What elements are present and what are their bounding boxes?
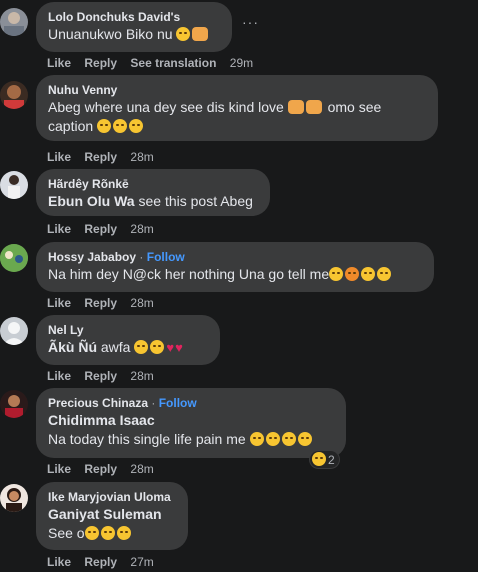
see-translation-button[interactable]: See translation	[130, 56, 216, 70]
emoji-icon	[116, 526, 131, 540]
reply-button[interactable]: Reply	[84, 369, 117, 383]
comment-actions: Like Reply 28m	[47, 149, 164, 165]
emoji-icon	[329, 267, 344, 281]
comment-author[interactable]: Nuhu Venny	[48, 82, 426, 98]
avatar[interactable]	[0, 81, 28, 109]
avatar[interactable]	[0, 171, 28, 199]
comment-bubble: Lolo Donchuks David's Unuanukwo Biko nu	[36, 2, 232, 52]
comment-bubble: Hossy Jababoy · Follow Na him dey N@ck h…	[36, 242, 434, 292]
comment-actions: Like Reply 28m	[47, 461, 164, 477]
like-button[interactable]: Like	[47, 369, 71, 383]
reply-button[interactable]: Reply	[84, 296, 117, 310]
comment-actions: Like Reply 28m	[47, 368, 164, 384]
ellipsis-icon[interactable]: ···	[242, 14, 259, 30]
comment-author[interactable]: Lolo Donchuks David's	[48, 9, 220, 25]
emoji-icon	[305, 100, 322, 114]
follow-button[interactable]: Follow	[159, 396, 197, 410]
comment-author[interactable]: Precious Chinaza	[48, 396, 148, 410]
comment-text: See o	[48, 524, 176, 543]
comment-bubble: Hãrdêy Rõnkē Ebun Olu Wa see this post A…	[36, 169, 270, 216]
comment-author[interactable]: Hãrdêy Rõnkē	[48, 176, 258, 192]
comment-author-row: Precious Chinaza · Follow	[48, 395, 334, 411]
timestamp[interactable]: 28m	[130, 462, 153, 476]
separator-dot: ·	[139, 250, 144, 264]
emoji-icon	[150, 340, 165, 354]
emoji-icon	[113, 119, 128, 133]
emoji-icon	[100, 526, 115, 540]
comment-actions: Like Reply 28m	[47, 221, 164, 237]
comment-author[interactable]: Nel Ly	[48, 322, 208, 338]
comment-bubble: Nel Ly Ãkù Ñú awfa ♥♥	[36, 315, 220, 365]
emoji-icon	[297, 432, 312, 446]
comment-text: Na today this single life pain me	[48, 430, 334, 449]
mentioned-user-link[interactable]: Ãkù Ñú	[48, 339, 97, 355]
like-button[interactable]: Like	[47, 222, 71, 236]
timestamp[interactable]: 28m	[130, 222, 153, 236]
broken-heart-icon: ♥	[166, 340, 175, 355]
timestamp[interactable]: 28m	[130, 369, 153, 383]
emoji-icon	[134, 340, 149, 354]
emoji-icon	[281, 432, 296, 446]
emoji-icon	[97, 119, 112, 133]
comment-actions: Like Reply 27m	[47, 554, 164, 570]
emoji-icon	[361, 267, 376, 281]
comment-bubble: Nuhu Venny Abeg where una dey see dis ki…	[36, 75, 438, 141]
broken-heart-icon: ♥	[175, 340, 183, 355]
reply-button[interactable]: Reply	[84, 222, 117, 236]
comment-author[interactable]: Ike Maryjovian Uloma	[48, 489, 176, 505]
like-button[interactable]: Like	[47, 296, 71, 310]
reply-button[interactable]: Reply	[84, 462, 117, 476]
separator-dot: ·	[151, 396, 156, 410]
reaction-count-badge[interactable]: 2	[310, 451, 339, 468]
follow-button[interactable]: Follow	[147, 250, 185, 264]
emoji-icon	[192, 27, 209, 41]
reaction-count: 2	[328, 453, 335, 467]
comment-author-row: Hossy Jababoy · Follow	[48, 249, 422, 265]
timestamp[interactable]: 29m	[230, 56, 253, 70]
laugh-reaction-icon	[312, 452, 326, 466]
timestamp[interactable]: 28m	[130, 150, 153, 164]
emoji-icon	[345, 267, 360, 281]
mentioned-user-link[interactable]: Ebun Olu Wa	[48, 193, 135, 209]
reply-button[interactable]: Reply	[84, 56, 117, 70]
comment-actions: Like Reply 28m	[47, 295, 164, 311]
comment-author[interactable]: Hossy Jababoy	[48, 250, 136, 264]
comment-text: Ãkù Ñú awfa ♥♥	[48, 339, 183, 355]
comment-text: Abeg where una dey see dis kind love omo…	[48, 99, 382, 115]
avatar[interactable]	[0, 390, 28, 418]
emoji-icon	[265, 432, 280, 446]
comment-actions: Like Reply See translation 29m	[47, 55, 263, 71]
mentioned-user-link[interactable]: Ganiyat Suleman	[48, 505, 176, 524]
like-button[interactable]: Like	[47, 56, 71, 70]
emoji-icon	[129, 119, 144, 133]
emoji-icon	[84, 526, 99, 540]
comment-text: Na him dey N@ck her nothing Una go tell …	[48, 265, 422, 284]
comment-text: Unuanukwo Biko nu	[48, 25, 220, 44]
comment-text: Ebun Olu Wa see this post Abeg	[48, 193, 253, 209]
avatar[interactable]	[0, 8, 28, 36]
timestamp[interactable]: 27m	[130, 555, 153, 569]
like-button[interactable]: Like	[47, 462, 71, 476]
avatar[interactable]	[0, 244, 28, 272]
avatar[interactable]	[0, 317, 28, 345]
comment-bubble: Precious Chinaza · Follow Chidimma Isaac…	[36, 388, 346, 458]
avatar[interactable]	[0, 484, 28, 512]
like-button[interactable]: Like	[47, 150, 71, 164]
emoji-icon	[287, 100, 304, 114]
reply-button[interactable]: Reply	[84, 555, 117, 569]
comment-bubble: Ike Maryjovian Uloma Ganiyat Suleman See…	[36, 482, 188, 550]
reply-button[interactable]: Reply	[84, 150, 117, 164]
mentioned-user-link[interactable]: Chidimma Isaac	[48, 411, 334, 430]
emoji-icon	[249, 432, 264, 446]
comment-text: caption	[48, 117, 426, 136]
like-button[interactable]: Like	[47, 555, 71, 569]
timestamp[interactable]: 28m	[130, 296, 153, 310]
emoji-icon	[377, 267, 392, 281]
emoji-icon	[176, 27, 191, 41]
